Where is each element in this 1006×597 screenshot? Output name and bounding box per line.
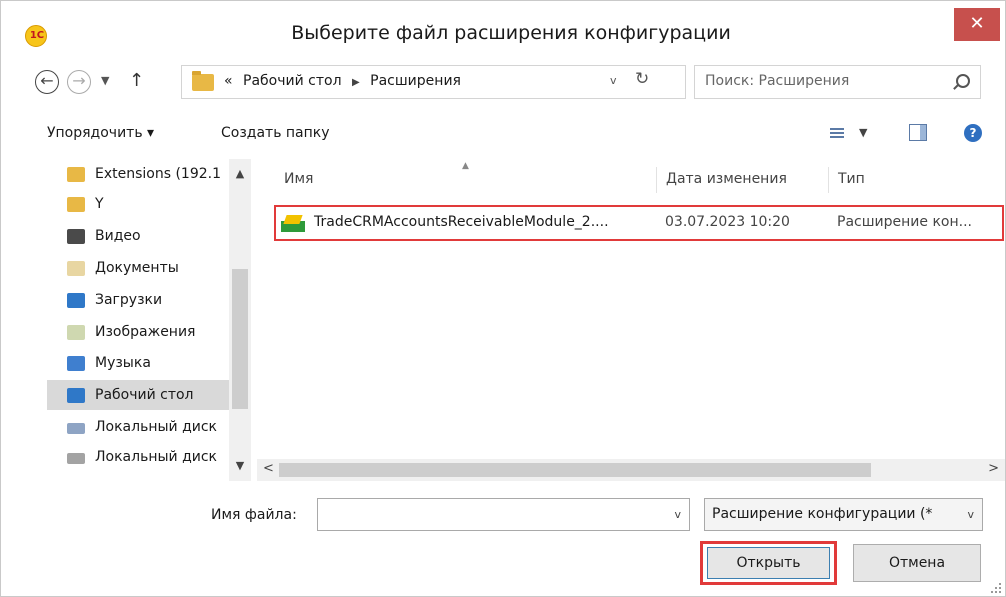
- tree-item-label: Локальный диск: [95, 449, 218, 464]
- folder-icon: [67, 197, 85, 212]
- chevron-down-icon: ▼: [101, 74, 110, 87]
- column-header-date[interactable]: Дата изменения: [666, 171, 787, 187]
- breadcrumb-separator-icon: ▶: [352, 77, 360, 88]
- tree-item-selected[interactable]: Рабочий стол: [47, 380, 237, 410]
- view-options-dropdown[interactable]: ▼: [859, 126, 867, 139]
- arrow-up-icon: ↑: [129, 70, 145, 91]
- tree-item-label: Локальный диск: [95, 419, 218, 435]
- folder-icon: [192, 71, 214, 91]
- command-toolbar: Упорядочить ▾ Создать папку ▼ ?: [1, 113, 1005, 153]
- tree-item[interactable]: Локальный диск: [47, 442, 237, 464]
- scroll-down-icon[interactable]: ▼: [229, 459, 251, 481]
- filename-label: Имя файла:: [211, 507, 297, 523]
- column-header-name[interactable]: Имя: [284, 171, 313, 187]
- file-list-scrollbar[interactable]: < >: [257, 459, 1005, 481]
- scroll-thumb[interactable]: [232, 269, 248, 409]
- filetype-select[interactable]: Расширение конфигурации (* v: [704, 498, 983, 531]
- tree-item[interactable]: Видео: [47, 221, 237, 251]
- tree-item[interactable]: Документы: [47, 253, 237, 283]
- refresh-button[interactable]: ↻: [635, 69, 649, 89]
- navigation-scrollbar[interactable]: ▲: [229, 159, 251, 464]
- scroll-up-icon[interactable]: ▲: [229, 167, 251, 180]
- documents-folder-icon: [67, 261, 85, 276]
- music-folder-icon: [67, 356, 85, 371]
- tree-item-label: Рабочий стол: [95, 387, 194, 403]
- tree-item-label: Y: [95, 196, 104, 212]
- tree-item[interactable]: Загрузки: [47, 285, 237, 315]
- tree-item-label: Extensions (192.1: [95, 166, 222, 182]
- back-button[interactable]: ←: [35, 70, 59, 94]
- refresh-icon: ↻: [635, 69, 650, 89]
- open-button-highlight: Открыть: [700, 541, 837, 585]
- downloads-folder-icon: [67, 293, 85, 308]
- app-logo-text: 1С: [29, 30, 45, 41]
- navigation-bar: ← → ▼ ↑ « Рабочий стол ▶ Расширения v ↻ …: [1, 63, 1005, 103]
- tree-item-label: Видео: [95, 228, 141, 244]
- tree-item-label: Загрузки: [95, 292, 163, 308]
- video-folder-icon: [67, 229, 85, 244]
- column-header-type[interactable]: Тип: [838, 171, 865, 187]
- file-type: Расширение кон...: [837, 214, 972, 230]
- app-logo-icon: 1С: [25, 25, 47, 47]
- folder-icon: [67, 167, 85, 182]
- filename-input[interactable]: v: [317, 498, 690, 531]
- address-bar[interactable]: « Рабочий стол ▶ Расширения v ↻: [181, 65, 686, 99]
- chevron-down-icon[interactable]: v: [674, 508, 681, 521]
- tree-item[interactable]: Музыка: [47, 348, 237, 378]
- close-icon: ✕: [969, 13, 985, 34]
- search-icon[interactable]: [956, 74, 970, 88]
- title-bar: 1С Выберите файл расширения конфигурации…: [1, 1, 1005, 51]
- tree-item-label: Документы: [95, 260, 179, 276]
- tree-item[interactable]: Изображения: [47, 317, 237, 347]
- cancel-button[interactable]: Отмена: [853, 544, 981, 582]
- search-box[interactable]: Поиск: Расширения: [694, 65, 981, 99]
- search-input[interactable]: Поиск: Расширения: [705, 73, 849, 89]
- recent-locations-dropdown[interactable]: ▼: [101, 74, 109, 87]
- dialog-title: Выберите файл расширения конфигурации: [291, 22, 731, 44]
- file-open-dialog: 1С Выберите файл расширения конфигурации…: [0, 0, 1006, 597]
- column-divider[interactable]: [828, 167, 829, 193]
- pictures-folder-icon: [67, 325, 85, 340]
- tree-item-label: Музыка: [95, 355, 151, 371]
- file-name: TradeCRMAccountsReceivableModule_2....: [314, 214, 609, 230]
- organize-button[interactable]: Упорядочить ▾: [47, 125, 154, 141]
- file-list: ▲ Имя Дата изменения Тип TradeCRMAccount…: [257, 159, 1005, 464]
- forward-button[interactable]: →: [67, 70, 91, 94]
- address-dropdown-button[interactable]: v: [610, 74, 617, 87]
- tree-item[interactable]: Локальный диск: [47, 412, 237, 442]
- tree-item[interactable]: Y: [47, 189, 237, 219]
- close-button[interactable]: ✕: [954, 8, 1000, 41]
- breadcrumb-item-extensions[interactable]: Расширения: [370, 73, 461, 89]
- new-folder-button[interactable]: Создать папку: [221, 125, 330, 141]
- filetype-value: Расширение конфигурации (*: [712, 506, 933, 522]
- tree-item[interactable]: Extensions (192.1: [47, 159, 237, 189]
- sort-ascending-icon: ▲: [462, 161, 469, 171]
- arrow-right-icon: →: [72, 71, 86, 90]
- extension-file-icon: [281, 215, 305, 233]
- file-row[interactable]: TradeCRMAccountsReceivableModule_2.... 0…: [274, 205, 1004, 241]
- breadcrumb-item-desktop[interactable]: Рабочий стол: [243, 73, 342, 89]
- chevron-down-icon: v: [967, 508, 974, 521]
- arrow-left-icon: ←: [40, 71, 54, 90]
- desktop-folder-icon: [67, 388, 85, 403]
- resize-grip-icon[interactable]: [991, 583, 1001, 593]
- column-divider[interactable]: [656, 167, 657, 193]
- breadcrumb-overflow[interactable]: «: [224, 73, 233, 89]
- up-button[interactable]: ↑: [129, 70, 144, 91]
- scroll-right-icon[interactable]: >: [988, 461, 999, 476]
- help-icon[interactable]: ?: [964, 124, 982, 142]
- file-date: 03.07.2023 10:20: [665, 214, 790, 230]
- scroll-thumb[interactable]: [279, 463, 871, 477]
- tree-item-label: Изображения: [95, 324, 196, 340]
- view-options-icon[interactable]: [830, 126, 844, 140]
- open-button[interactable]: Открыть: [707, 547, 830, 579]
- scroll-left-icon[interactable]: <: [263, 461, 274, 476]
- breadcrumb: « Рабочий стол ▶ Расширения: [224, 73, 461, 89]
- chevron-down-icon: v: [610, 74, 617, 87]
- preview-pane-icon[interactable]: [909, 124, 927, 141]
- network-drive-icon: [67, 453, 85, 464]
- drive-icon: [67, 423, 85, 434]
- navigation-pane: Extensions (192.1 Y Видео Документы Загр…: [1, 159, 253, 464]
